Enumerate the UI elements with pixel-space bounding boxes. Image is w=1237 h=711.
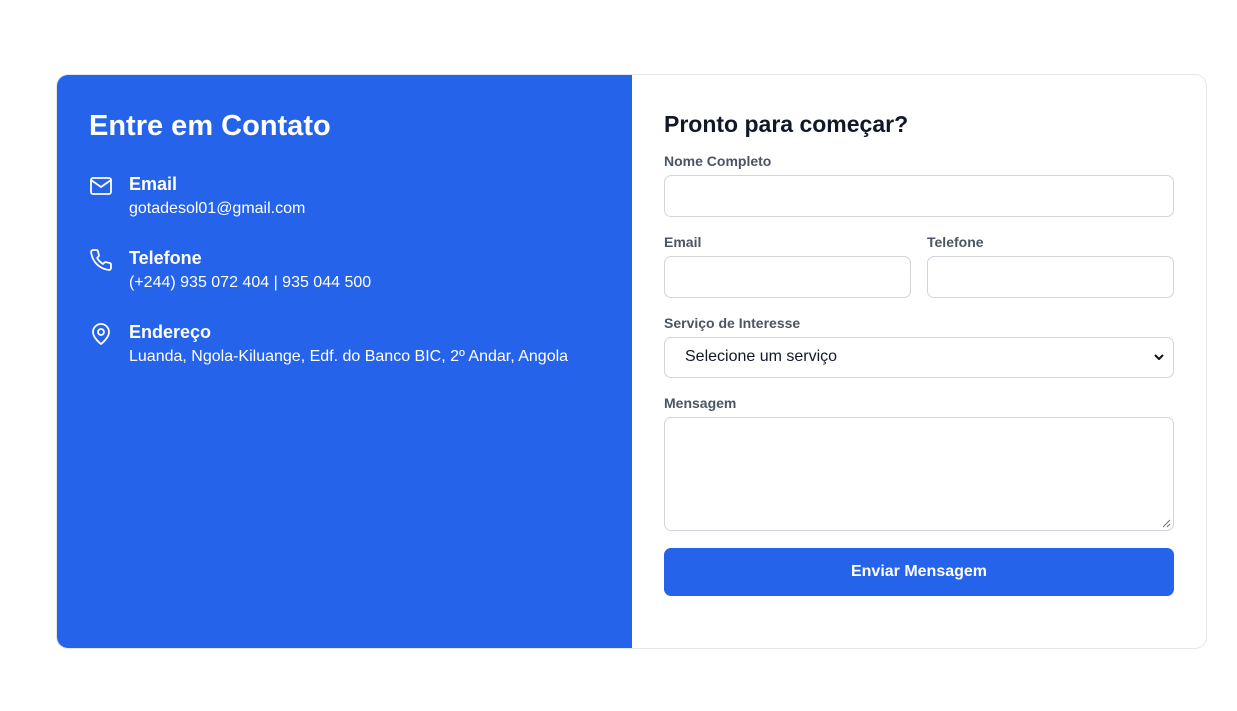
- email-title: Email: [129, 173, 178, 194]
- service-selected-value: Selecione um serviço: [685, 348, 838, 366]
- contact-title: Entre em Contato: [89, 110, 331, 142]
- message-textarea[interactable]: [664, 416, 1174, 531]
- email-value: gotadesol01@gmail.com: [129, 199, 306, 217]
- contact-address-item: Endereço Luanda, Ngola-Kiluange, Edf. do…: [89, 321, 600, 367]
- service-field-group: Serviço de Interesse Selecione um serviç…: [664, 315, 1174, 378]
- resize-handle-icon[interactable]: [1162, 519, 1171, 528]
- email-label: Email: [664, 233, 702, 250]
- phone-icon: [89, 248, 113, 272]
- name-input[interactable]: [664, 174, 1174, 217]
- service-select[interactable]: Selecione um serviço: [664, 336, 1174, 378]
- phone-field-group: Telefone: [927, 234, 1174, 298]
- message-label: Mensagem: [664, 394, 737, 411]
- service-label: Serviço de Interesse: [664, 314, 801, 331]
- phone-value: (+244) 935 072 404 | 935 044 500: [129, 273, 372, 291]
- contact-form-panel: Pronto para começar? Nome Completo Email…: [632, 75, 1206, 648]
- contact-card: Entre em Contato Email gotadesol01@gmail…: [56, 74, 1207, 649]
- form-title: Pronto para começar?: [664, 111, 909, 137]
- address-value: Luanda, Ngola-Kiluange, Edf. do Banco BI…: [129, 347, 569, 365]
- message-field-group: Mensagem: [664, 395, 1174, 531]
- contact-phone-item: Telefone (+244) 935 072 404 | 935 044 50…: [89, 247, 600, 293]
- phone-input[interactable]: [927, 255, 1174, 298]
- submit-button[interactable]: Enviar Mensagem: [664, 547, 1174, 596]
- map-pin-icon: [89, 322, 113, 346]
- contact-info-panel: Entre em Contato Email gotadesol01@gmail…: [57, 75, 632, 648]
- name-label: Nome Completo: [664, 152, 772, 169]
- contact-email-item: Email gotadesol01@gmail.com: [89, 173, 600, 219]
- name-field-group: Nome Completo: [664, 153, 1174, 217]
- email-input[interactable]: [664, 255, 911, 298]
- mail-icon: [89, 174, 113, 198]
- chevron-down-icon: [1154, 354, 1164, 361]
- phone-label: Telefone: [927, 233, 984, 250]
- email-field-group: Email: [664, 234, 911, 298]
- address-title: Endereço: [129, 321, 212, 342]
- email-phone-row: Email Telefone: [664, 234, 1174, 315]
- phone-title: Telefone: [129, 247, 202, 268]
